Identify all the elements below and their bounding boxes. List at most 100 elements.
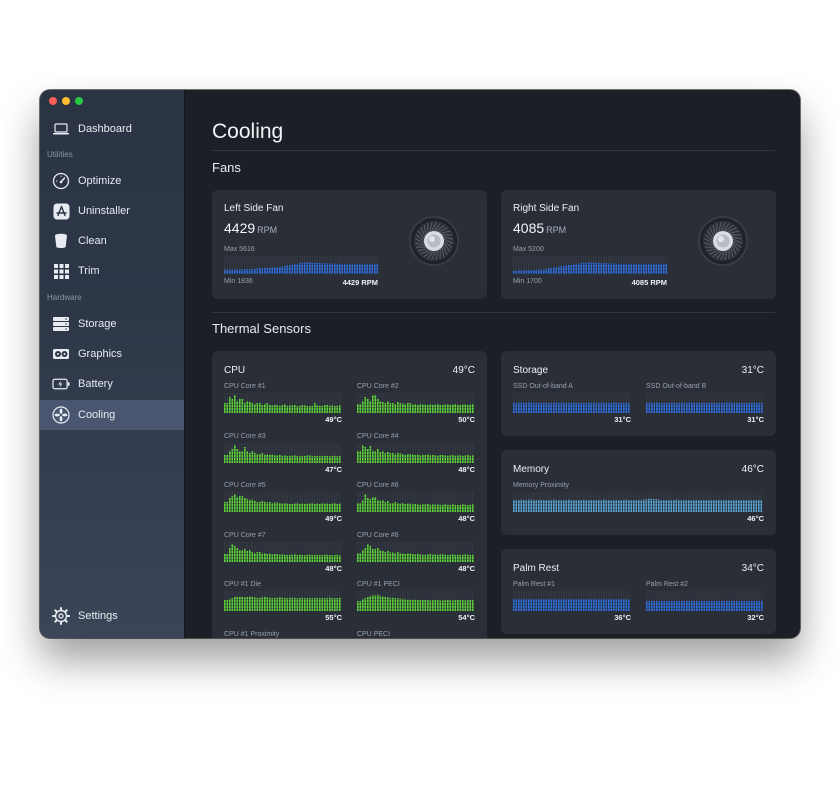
graph-bar: [392, 503, 394, 513]
graph-bar: [457, 454, 459, 463]
graph-bar: [339, 503, 341, 513]
graph-gridline: [357, 549, 475, 551]
graph-bar: [389, 552, 392, 562]
graph-bar: [643, 499, 645, 512]
graph-bar: [339, 405, 341, 413]
graph-gridline: [357, 459, 475, 461]
graph-gridline: [513, 494, 764, 495]
graph-bar: [264, 404, 266, 413]
sidebar-item-optimize[interactable]: Optimize: [40, 166, 184, 196]
graph-bar: [369, 596, 372, 612]
graph-bar: [447, 455, 449, 463]
graph-bar: [326, 598, 329, 612]
graph-gridline: [646, 410, 764, 411]
graph-bar: [309, 554, 311, 562]
graph-bar: [319, 263, 321, 274]
graph-bar: [452, 454, 454, 463]
sensor-group-temp: 49°C: [452, 365, 475, 376]
zoom-window-button[interactable]: [75, 97, 83, 105]
graph-bar: [568, 499, 570, 512]
graph-bar: [284, 554, 286, 562]
graph-bar: [274, 454, 276, 463]
gpu-icon: [52, 345, 70, 363]
graph-gridline: [513, 270, 668, 271]
graph-bar: [442, 405, 444, 413]
graph-bar: [339, 263, 341, 274]
graph-bar: [457, 405, 459, 413]
graph-bar: [615, 263, 618, 274]
graph-bar: [284, 404, 286, 413]
sensor-name: CPU Core #3: [224, 432, 266, 440]
graph-bar: [372, 595, 374, 612]
graph-gridline: [513, 602, 631, 603]
sidebar-item-dashboard[interactable]: Dashboard: [40, 114, 184, 144]
graph-bar: [306, 554, 309, 562]
sensor-temp: 31°C: [747, 415, 764, 424]
sidebar-item-label: Clean: [78, 235, 107, 247]
graph-bar: [291, 598, 294, 612]
graph-bar: [417, 553, 419, 562]
graph-bar: [389, 503, 392, 513]
graph-bar: [329, 263, 331, 274]
graph-bar: [437, 504, 439, 513]
graph-bar: [286, 265, 289, 274]
graph-bar: [241, 496, 244, 513]
graph-bar: [256, 598, 259, 612]
sensor-graph: [646, 591, 764, 611]
graph-bar: [635, 264, 638, 274]
graph-bar: [259, 453, 261, 463]
sensor-temp: 48°C: [458, 514, 475, 524]
graph-bar: [409, 503, 412, 513]
graph-bar: [459, 554, 462, 562]
fans-section-title: Fans: [212, 160, 241, 175]
sidebar-item-uninstaller[interactable]: Uninstaller: [40, 196, 184, 226]
sidebar-item-cooling[interactable]: Cooling: [40, 400, 184, 430]
graph-gridline: [357, 494, 475, 495]
graph-gridline: [513, 267, 668, 268]
graph-bar: [439, 600, 442, 612]
graph-bar: [650, 498, 653, 512]
graph-bar: [444, 504, 447, 513]
minimize-window-button[interactable]: [62, 97, 70, 105]
sidebar-item-trim[interactable]: Trim: [40, 256, 184, 286]
graph-bar: [372, 497, 374, 513]
fan-wheel-icon: [409, 216, 459, 266]
graph-bar: [439, 454, 442, 463]
sidebar-item-storage[interactable]: Storage: [40, 309, 184, 339]
sensor-graph: [357, 393, 475, 413]
graph-bar: [417, 504, 419, 513]
storage-sensor-card: Storage 31°C SSD Out-of-band A 31°C SSD …: [501, 351, 776, 436]
gauge-icon: [52, 172, 70, 190]
graph-bar: [291, 264, 294, 274]
graph-bar: [610, 263, 613, 274]
sensor-name: CPU PECI: [357, 631, 391, 638]
close-window-button[interactable]: [49, 97, 57, 105]
sidebar-item-label: Settings: [78, 610, 118, 622]
graph-gridline: [646, 401, 764, 402]
graph-bar: [645, 264, 648, 274]
sensor-graph: [224, 442, 342, 463]
sensor-group-temp: 46°C: [741, 464, 764, 475]
sensor-name: CPU #1 Proximity: [224, 631, 280, 638]
graph-bar: [346, 264, 349, 274]
graph-bar: [472, 404, 474, 413]
sidebar-item-graphics[interactable]: Graphics: [40, 339, 184, 369]
fan-name: Left Side Fan: [224, 203, 284, 214]
graph-bar: [276, 454, 279, 463]
graph-bar: [339, 598, 341, 612]
graph-bar: [269, 598, 271, 612]
graph-bar: [291, 405, 294, 413]
sidebar-item-clean[interactable]: Clean: [40, 226, 184, 256]
graph-gridline: [357, 509, 475, 510]
graph-bar: [452, 404, 454, 413]
sensor-group-temp: 31°C: [741, 365, 764, 376]
graph-gridline: [513, 509, 764, 510]
graph-bar: [432, 504, 434, 513]
graph-gridline: [224, 503, 342, 504]
graph-bar: [311, 503, 314, 513]
sidebar-item-battery[interactable]: Battery: [40, 369, 184, 399]
graph-gridline: [357, 398, 475, 399]
graph-gridline: [224, 410, 342, 411]
sidebar-item-settings[interactable]: Settings: [40, 601, 184, 631]
graph-bar: [645, 499, 648, 512]
